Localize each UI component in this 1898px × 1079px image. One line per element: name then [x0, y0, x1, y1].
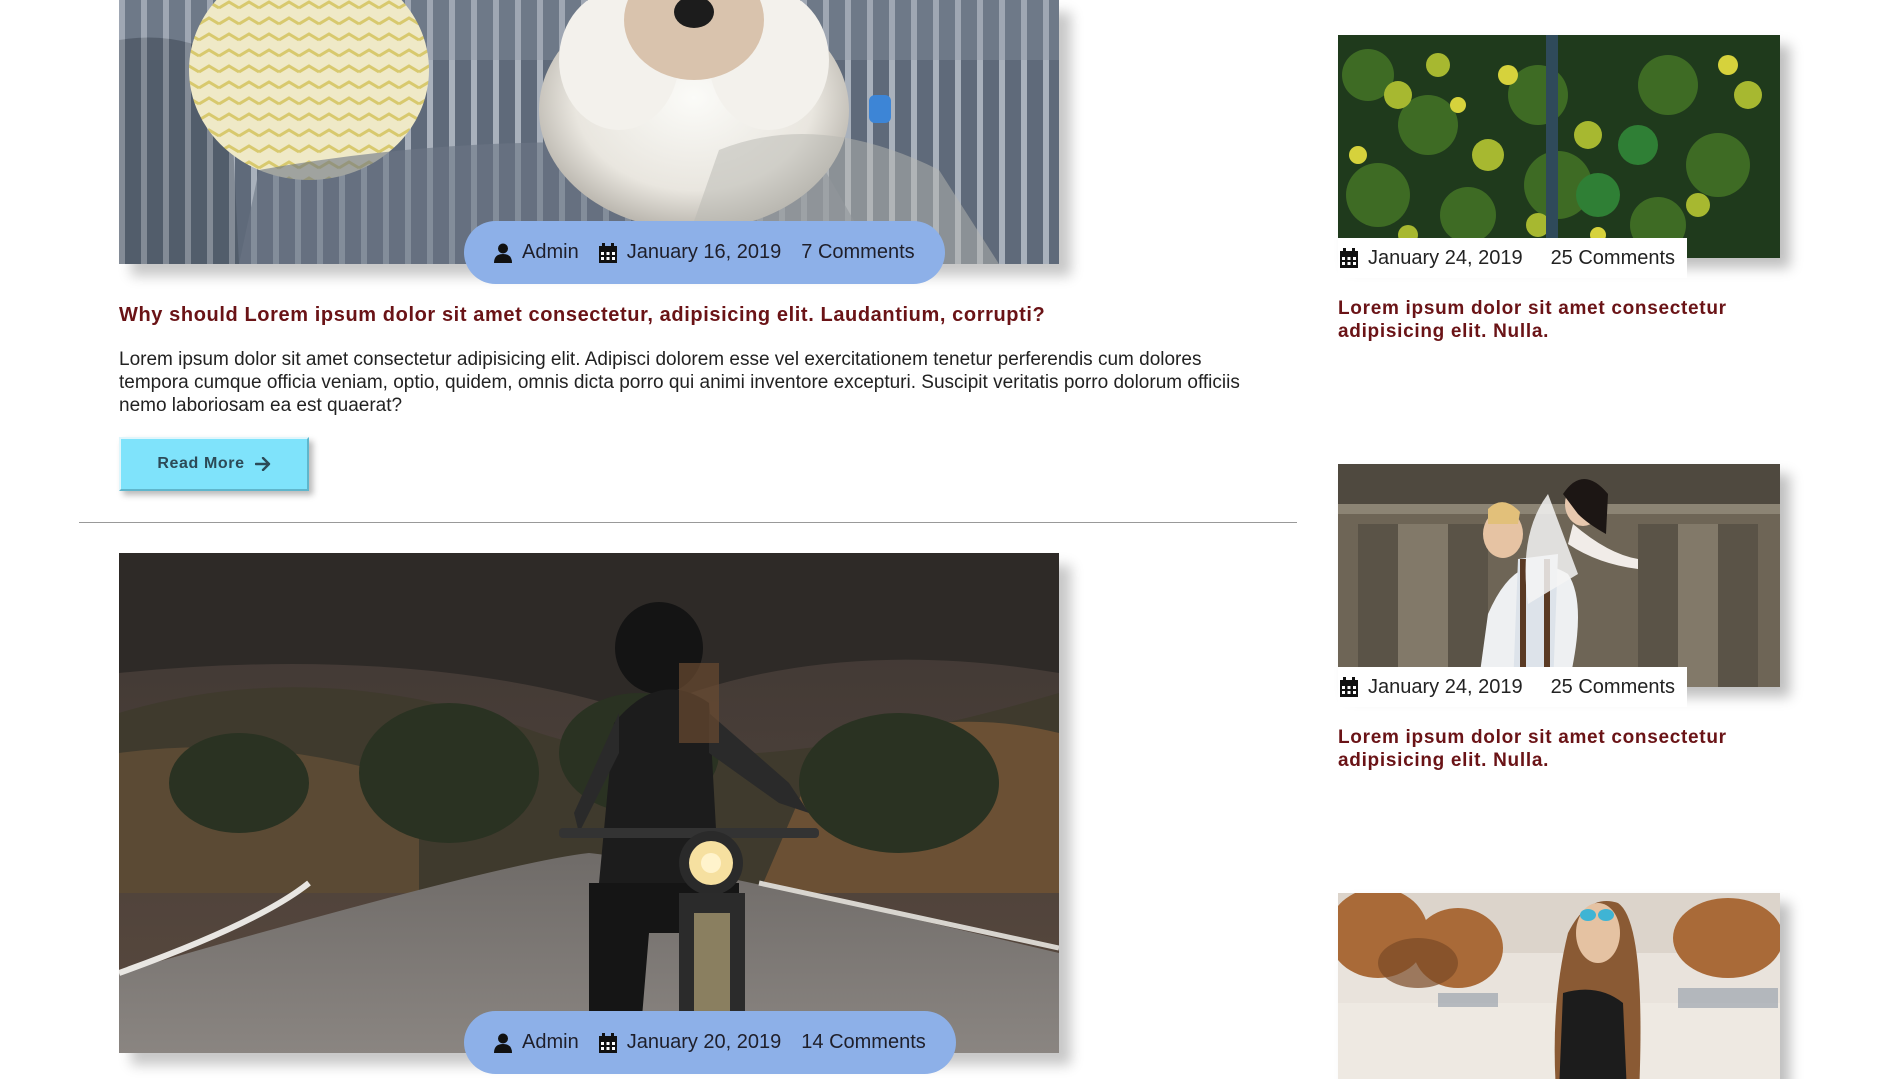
read-more-label: Read More [157, 455, 245, 472]
comments-meta: 7 Comments [801, 241, 914, 264]
sidebar-image-woman[interactable] [1338, 893, 1780, 1079]
post-meta-bar: Admin January 16, 2019 7 Comments [464, 221, 945, 284]
post-comments[interactable]: 14 Comments [801, 1031, 926, 1054]
date-meta: January 20, 2019 [598, 1031, 782, 1054]
calendar-icon [598, 242, 617, 263]
post-author[interactable]: Admin [522, 1031, 579, 1054]
sidebar-post-meta: January 24, 2019 25 Comments [1338, 238, 1688, 278]
post-divider [79, 522, 1297, 523]
sidebar-post-comments[interactable]: 25 Comments [1551, 676, 1676, 699]
sidebar-post-meta: January 24, 2019 25 Comments [1338, 667, 1688, 707]
sidebar-post: January 24, 2019 25 Comments Lorem ipsum… [1338, 35, 1780, 342]
post-date[interactable]: January 20, 2019 [627, 1031, 782, 1054]
calendar-icon [1340, 677, 1358, 697]
post-image-motorcycle[interactable] [119, 553, 1059, 1053]
post-title[interactable]: Why should Lorem ipsum dolor sit amet co… [119, 304, 1045, 327]
user-icon [494, 243, 512, 263]
post-comments[interactable]: 7 Comments [801, 241, 914, 264]
sidebar-post-date[interactable]: January 24, 2019 [1368, 676, 1523, 699]
author-meta: Admin [494, 1031, 579, 1054]
calendar-icon [1340, 248, 1358, 268]
arrow-right-icon [254, 457, 271, 471]
wedding-photo [1338, 464, 1780, 687]
post-excerpt: Lorem ipsum dolor sit amet consectetur a… [119, 349, 1240, 416]
sidebar-post: January 24, 2019 25 Comments Lorem ipsum… [1338, 464, 1780, 771]
author-meta: Admin [494, 241, 579, 264]
woman-photo [1338, 893, 1780, 1079]
motorcycle-photo [119, 553, 1059, 1053]
post-author[interactable]: Admin [522, 241, 579, 264]
sidebar-post-title[interactable]: Lorem ipsum dolor sit amet consectetur a… [1338, 297, 1778, 343]
sidebar-image-wedding[interactable] [1338, 464, 1780, 687]
calendar-icon [598, 1032, 617, 1053]
read-more-button[interactable]: Read More [119, 437, 309, 491]
sidebar-post [1338, 893, 1780, 1079]
date-meta: January 16, 2019 [598, 241, 782, 264]
post-meta-bar: Admin January 20, 2019 14 Comments [464, 1011, 956, 1074]
post-date[interactable]: January 16, 2019 [627, 241, 782, 264]
sidebar-post-date[interactable]: January 24, 2019 [1368, 247, 1523, 270]
forest-photo [1338, 35, 1780, 258]
sidebar-post-title[interactable]: Lorem ipsum dolor sit amet consectetur a… [1338, 726, 1778, 772]
comments-meta: 14 Comments [801, 1031, 926, 1054]
sidebar-image-forest[interactable] [1338, 35, 1780, 258]
sidebar-post-comments[interactable]: 25 Comments [1551, 247, 1676, 270]
user-icon [494, 1033, 512, 1053]
